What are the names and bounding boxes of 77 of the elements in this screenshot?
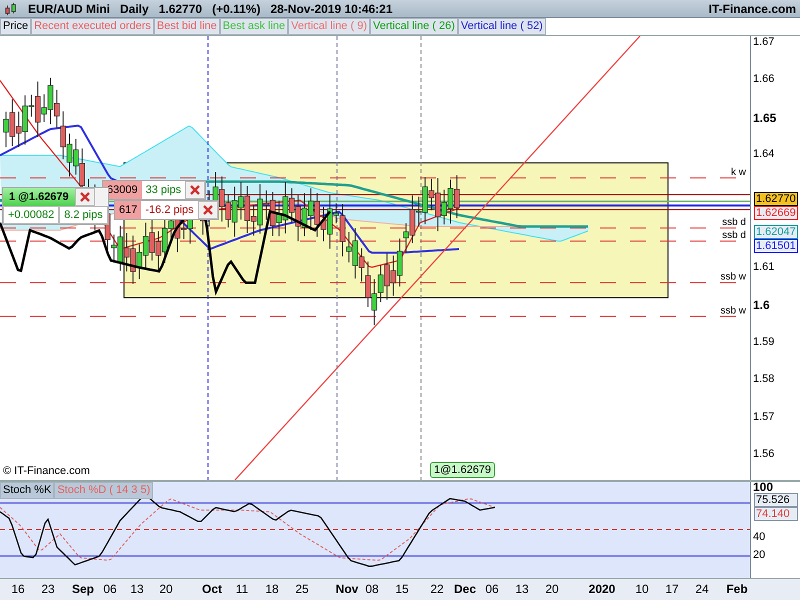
date-label: 13 — [514, 582, 530, 596]
close-button[interactable] — [198, 201, 218, 219]
axis-label: 1.58 — [753, 373, 774, 386]
axis-label: 1.59 — [753, 336, 774, 348]
date-label: 06 — [102, 582, 118, 596]
close-icon — [80, 192, 90, 202]
date-label: 11 — [234, 582, 250, 596]
axis-label: 1.6 — [753, 298, 770, 312]
close-icon — [202, 205, 213, 215]
price-tag: 1.62669 — [754, 206, 798, 220]
close-icon — [190, 185, 200, 195]
legend-item[interactable]: Best bid line — [154, 18, 220, 35]
date-label: 22 — [429, 582, 445, 596]
pips-value: 8.2 pips — [59, 206, 108, 224]
pips-value: 33 pips — [142, 181, 186, 199]
symbol-name: EUR/AUD Mini — [28, 2, 110, 16]
brand-name: IT-Finance.com — [708, 2, 796, 16]
copyright-text: © IT-Finance.com — [3, 465, 90, 477]
legend-item[interactable]: Vertical line ( 26) — [370, 18, 458, 35]
period-label: Daily — [120, 2, 149, 16]
axis-label: 1.66 — [753, 73, 774, 86]
legend-item[interactable]: Price — [0, 18, 32, 35]
value-tag: 75.526 — [754, 493, 798, 507]
legend-item[interactable]: Recent executed orders — [31, 18, 154, 35]
axis-label: 1.57 — [753, 410, 774, 422]
legend-item[interactable]: Vertical line ( 9) — [288, 18, 370, 35]
close-button[interactable] — [74, 188, 95, 206]
date-label: 20 — [544, 582, 560, 596]
axis-label: 1.64 — [753, 148, 774, 160]
date-label: Sep — [70, 582, 95, 596]
date-label: 23 — [40, 582, 56, 596]
date-time: 28-Nov-2019 10:46:21 — [270, 2, 393, 16]
date-label: 16 — [10, 582, 26, 596]
date-label: 2020 — [588, 582, 616, 596]
level-label: ssb w — [720, 305, 746, 316]
price-change: (+0.11%) — [212, 2, 260, 16]
date-label: 06 — [484, 582, 500, 596]
last-price: 1.62770 — [158, 2, 202, 16]
level-label: ssb w — [720, 272, 746, 283]
position-price: 617 — [115, 201, 142, 219]
date-label: 10 — [634, 582, 650, 596]
date-label: 25 — [294, 582, 310, 596]
date-label: 13 — [129, 582, 145, 596]
level-label: ssb d — [722, 217, 746, 228]
date-label: 08 — [364, 582, 380, 596]
position-label: 1 @1.62679 — [3, 188, 75, 206]
level-label: k w — [731, 166, 746, 178]
axis-label: 1.65 — [753, 110, 776, 125]
legend-item[interactable]: Stoch %D ( 14 3 5) — [54, 482, 154, 499]
price-tag: 1.62770 — [754, 192, 798, 206]
axis-label: 1.56 — [753, 448, 774, 460]
date-label: Oct — [200, 582, 223, 596]
close-button[interactable] — [185, 181, 206, 199]
axis-label: 100 — [753, 480, 774, 494]
profit-value: +0.00082 — [3, 206, 60, 224]
candlestick-icon — [4, 2, 18, 16]
level-label: ssb d — [722, 230, 746, 242]
legend-item[interactable]: Stoch %K — [0, 482, 54, 499]
legend-item[interactable]: Vertical line ( 52) — [458, 18, 546, 35]
date-label: 17 — [664, 582, 680, 596]
date-label: 24 — [694, 582, 710, 596]
order-tag: 1@1.62679 — [430, 462, 496, 478]
axis-label: 1.61 — [753, 260, 774, 273]
price-tag: 1.62047 — [754, 225, 798, 239]
legend-item[interactable]: Best ask line — [220, 18, 288, 35]
date-label: 20 — [158, 582, 174, 596]
axis-label: 40 — [753, 531, 766, 544]
date-label: 15 — [394, 582, 410, 596]
pips-value: -16.2 pips — [141, 201, 198, 219]
value-tag: 74.140 — [754, 507, 798, 521]
axis-label: 1.67 — [753, 36, 774, 48]
date-label: Dec — [452, 582, 477, 596]
date-label: 18 — [264, 582, 280, 596]
axis-label: 20 — [753, 548, 766, 561]
date-label: Nov — [334, 582, 360, 596]
price-tag: 1.61501 — [754, 239, 798, 253]
date-label: Feb — [725, 582, 749, 596]
